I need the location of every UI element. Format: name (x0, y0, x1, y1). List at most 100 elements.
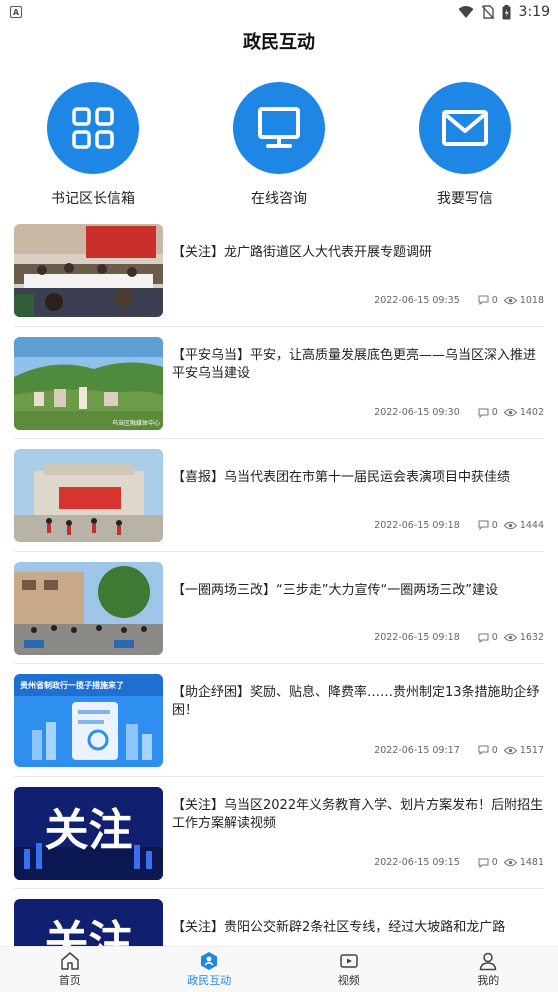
nav-home[interactable]: 首页 (0, 947, 140, 992)
news-thumbnail: 贵州省制政行一揽子措施来了 (14, 674, 163, 767)
news-meta: 2022-06-15 09:15 0 1481 (374, 857, 544, 868)
comment-count: 0 (478, 632, 498, 643)
comment-icon (478, 520, 489, 530)
nav-interaction-label: 政民互动 (187, 974, 232, 987)
nav-profile[interactable]: 我的 (419, 947, 558, 992)
write-letter-button[interactable]: 我要写信 (372, 82, 558, 212)
news-title: 【平安乌当】平安，让高质量发展底色更亮——乌当区深入推进平安乌当建设 (172, 347, 537, 381)
comment-count-value: 0 (491, 857, 498, 868)
notification-label: A (12, 7, 20, 17)
video-icon (340, 954, 358, 968)
view-count-value: 1517 (519, 744, 544, 756)
write-letter-label: 我要写信 (437, 191, 493, 207)
nav-interaction[interactable]: 政民互动 (140, 947, 280, 992)
comment-count: 0 (478, 520, 498, 531)
view-count: 1481 (503, 857, 544, 868)
comment-count: 0 (478, 745, 498, 756)
comment-icon (478, 408, 489, 418)
user-icon (479, 952, 497, 971)
interaction-icon (201, 952, 218, 970)
no-sim-icon (481, 5, 494, 19)
comment-count-value: 0 (491, 407, 498, 418)
mail-icon (419, 82, 511, 174)
news-meta: 2022-06-15 09:17 0 1517 (374, 745, 544, 756)
news-thumbnail: 关注 (14, 899, 163, 946)
comment-count: 0 (478, 407, 498, 418)
news-date: 2022-06-15 09:30 (374, 407, 460, 418)
grid-icon (47, 82, 139, 174)
comment-count: 0 (478, 857, 498, 868)
news-thumbnail (14, 449, 163, 542)
thumb-banner-text: 贵州省制政行一揽子措施来了 (20, 680, 124, 690)
view-count-value: 1444 (519, 519, 544, 531)
thumb-guanzhu-text: 关注 (45, 805, 133, 856)
comment-count-value: 0 (491, 632, 498, 643)
news-item[interactable]: 乌当区融媒体中心 【平安乌当】平安，让高质量发展底色更亮——乌当区深入推进平安乌… (14, 327, 544, 439)
news-date: 2022-06-15 09:35 (374, 294, 460, 306)
news-title: 【关注】龙广路街道区人大代表开展专题调研 (172, 245, 433, 260)
news-list: 【关注】龙广路街道区人大代表开展专题调研 2022-06-15 09:35 0 … (0, 214, 558, 946)
wifi-icon (458, 6, 474, 18)
news-item[interactable]: 【一圈两场三改】“三步走”大力宣传“一圈两场三改”建设 2022-06-15 0… (14, 552, 544, 664)
news-date: 2022-06-15 09:17 (374, 744, 460, 756)
news-date: 2022-06-15 09:15 (374, 857, 460, 868)
view-count: 1402 (503, 407, 544, 418)
news-thumbnail: 乌当区融媒体中心 (14, 336, 163, 430)
news-title: 【一圈两场三改】“三步走”大力宣传“一圈两场三改”建设 (172, 582, 498, 598)
status-icons: 3:19 (458, 4, 550, 20)
news-title: 【喜报】乌当代表团在市第十一届民运会表演项目中获佳绩 (172, 470, 511, 485)
eye-icon (503, 521, 517, 529)
eye-icon (503, 296, 517, 304)
eye-icon (503, 408, 517, 417)
notification-icon: A (10, 6, 22, 18)
nav-profile-label: 我的 (477, 974, 500, 987)
home-icon (61, 952, 79, 970)
thumb-watermark: 乌当区融媒体中心 (112, 419, 160, 427)
eye-icon (503, 858, 517, 867)
news-meta: 2022-06-15 09:35 0 1018 (374, 295, 544, 306)
view-count: 1018 (503, 295, 544, 306)
mailbox-button[interactable]: 书记区长信箱 (0, 82, 186, 212)
mailbox-label: 书记区长信箱 (51, 191, 135, 207)
news-title: 【助企纾困】奖励、贴息、降费率……贵州制定13条措施助企纾困！ (172, 685, 540, 718)
quick-actions: 书记区长信箱 在线咨询 我要写信 (0, 82, 558, 212)
monitor-icon (233, 82, 325, 174)
page-title: 政民互动 (243, 32, 315, 53)
news-title: 【关注】乌当区2022年义务教育入学、划片方案发布！后附招生工作方案解读视频 (172, 797, 544, 831)
view-count-value: 1632 (519, 632, 544, 643)
news-item[interactable]: 关注 【关注】贵阳公交新辟2条社区专线，经过大坡路和龙广路 (14, 889, 544, 946)
news-item[interactable]: 关注 【关注】乌当区2022年义务教育入学、划片方案发布！后附招生工作方案解读视… (14, 777, 544, 889)
comment-count: 0 (478, 295, 498, 306)
battery-icon (502, 4, 511, 19)
online-consult-button[interactable]: 在线咨询 (186, 82, 372, 212)
news-date: 2022-06-15 09:18 (374, 632, 460, 643)
comment-icon (478, 295, 489, 305)
news-meta: 2022-06-15 09:18 0 1444 (374, 520, 544, 531)
news-item[interactable]: 贵州省制政行一揽子措施来了 【助企纾困】奖励、贴息、降费率……贵州制定13条措施… (14, 664, 544, 777)
view-count: 1444 (503, 519, 544, 531)
online-consult-label: 在线咨询 (251, 191, 307, 207)
comment-count-value: 0 (491, 294, 498, 306)
thumb-guanzhu-text: 关注 (45, 917, 133, 946)
news-title: 【关注】贵阳公交新辟2条社区专线，经过大坡路和龙广路 (172, 920, 506, 935)
news-item[interactable]: 【关注】龙广路街道区人大代表开展专题调研 2022-06-15 09:35 0 … (14, 214, 544, 327)
clock: 3:19 (518, 4, 550, 20)
news-meta: 2022-06-15 09:30 0 1402 (374, 407, 544, 418)
news-meta: 2022-06-15 09:18 0 1632 (374, 632, 544, 643)
comment-icon (478, 858, 489, 868)
status-bar: A 3:19 (0, 0, 558, 24)
view-count-value: 1481 (519, 857, 544, 868)
nav-video-label: 视频 (337, 974, 360, 987)
comment-icon (478, 633, 489, 643)
comment-count-value: 0 (491, 519, 498, 531)
eye-icon (503, 633, 517, 642)
nav-video[interactable]: 视频 (279, 947, 419, 992)
news-thumbnail (14, 561, 163, 655)
view-count-value: 1402 (519, 407, 544, 418)
news-item[interactable]: 【喜报】乌当代表团在市第十一届民运会表演项目中获佳绩 2022-06-15 09… (14, 439, 544, 552)
view-count: 1632 (503, 632, 544, 643)
comment-count-value: 0 (491, 744, 498, 756)
view-count: 1517 (503, 744, 544, 756)
eye-icon (503, 746, 517, 754)
news-thumbnail (14, 224, 163, 317)
